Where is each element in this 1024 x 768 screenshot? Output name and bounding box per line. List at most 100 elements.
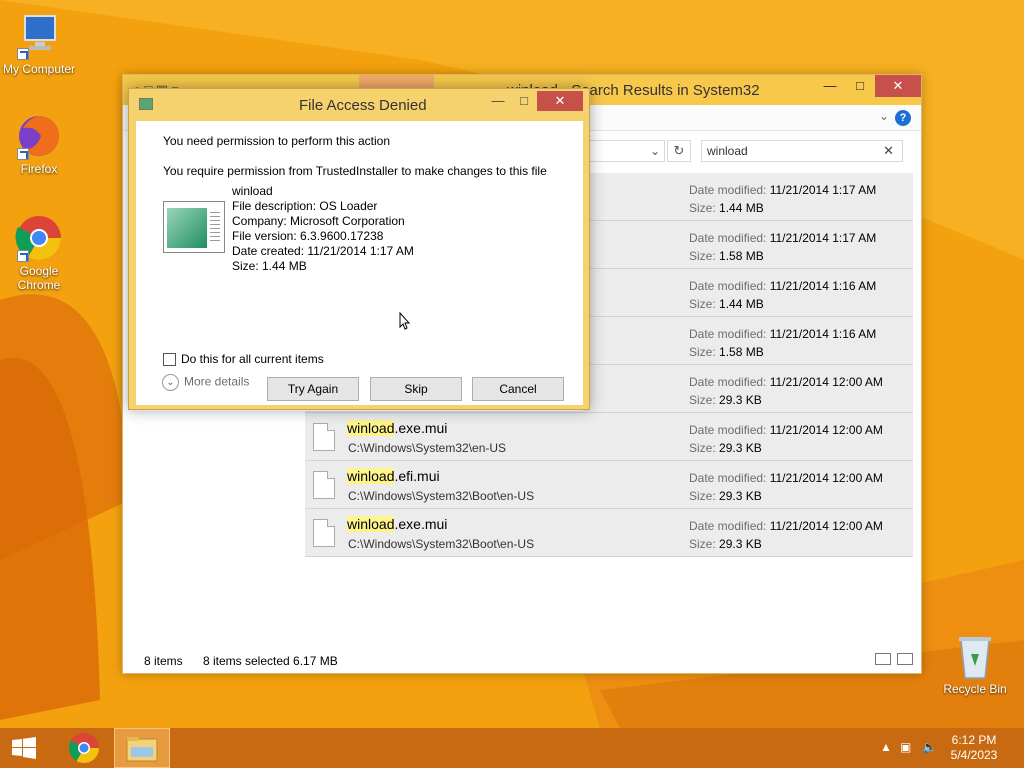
file-version: File version: 6.3.9600.17238: [232, 229, 384, 243]
date-modified-label: Date modified:: [689, 183, 767, 197]
clear-search-icon[interactable]: ✕: [883, 143, 894, 159]
dialog-title: File Access Denied: [299, 97, 427, 114]
date-modified: Date modified: 11/21/2014 1:16 AM: [689, 327, 876, 341]
file-size: Size: 29.3 KB: [689, 489, 762, 503]
table-row[interactable]: winload.exe.mui C:\Windows\System32\en-US…: [305, 413, 913, 461]
date-modified: Date modified: 11/21/2014 1:17 AM: [689, 183, 876, 197]
show-hidden-icons-icon[interactable]: ▲: [880, 740, 892, 754]
shortcut-arrow-icon: [17, 148, 29, 160]
date-modified-value: 11/21/2014 12:00 AM: [769, 423, 883, 437]
table-row[interactable]: winload.exe.mui C:\Windows\System32\Boot\…: [305, 509, 913, 557]
date-modified-label: Date modified:: [689, 375, 767, 389]
date-modified-label: Date modified:: [689, 423, 767, 437]
file-company: Company: Microsoft Corporation: [232, 214, 405, 228]
details-view-icon[interactable]: [875, 653, 891, 665]
app-icon: [139, 98, 153, 110]
folder-icon: [126, 737, 158, 762]
file-icon: [313, 519, 335, 547]
search-box[interactable]: ✕: [701, 140, 903, 162]
file-name-rest: .exe.mui: [394, 420, 448, 436]
size-label: Size:: [689, 393, 716, 407]
file-path: C:\Windows\System32\en-US: [348, 441, 507, 455]
computer-icon: [15, 12, 63, 60]
size-label: Size:: [689, 249, 716, 263]
taskbar-file-explorer[interactable]: [114, 728, 170, 768]
large-icons-view-icon[interactable]: [897, 653, 913, 665]
chrome-icon: [15, 214, 63, 262]
address-bar[interactable]: ⌄: [589, 140, 665, 162]
do-for-all-checkbox[interactable]: [163, 353, 176, 366]
shortcut-arrow-icon: [17, 250, 29, 262]
volume-muted-icon[interactable]: 🔈: [922, 740, 937, 754]
file-name-rest: .exe.mui: [394, 516, 448, 532]
desktop-icon-recycle-bin[interactable]: Recycle Bin: [936, 632, 1014, 696]
refresh-icon[interactable]: ↻: [667, 140, 691, 162]
file-name: winload.efi.mui: [347, 468, 440, 484]
file-description: File description: OS Loader: [232, 199, 378, 213]
cancel-button[interactable]: Cancel: [472, 377, 564, 401]
clock-time: 6:12 PM: [951, 733, 997, 747]
start-button[interactable]: [0, 728, 48, 768]
date-modified-value: 11/21/2014 12:00 AM: [769, 471, 883, 485]
close-button[interactable]: ✕: [875, 75, 921, 97]
file-size: Size: 1.58 MB: [689, 249, 764, 263]
skip-button[interactable]: Skip: [370, 377, 462, 401]
size-value: 1.44 MB: [719, 201, 764, 215]
file-icon: [313, 471, 335, 499]
chevron-down-icon[interactable]: ⌄: [879, 109, 889, 123]
mouse-cursor-icon: [399, 312, 411, 330]
close-button[interactable]: ✕: [537, 91, 583, 111]
windows-logo-icon: [12, 737, 36, 759]
desktop-icon-label: My Computer: [2, 62, 76, 76]
date-modified-value: 11/21/2014 12:00 AM: [769, 375, 883, 389]
desktop-icon-google-chrome[interactable]: Google Chrome: [0, 214, 78, 292]
date-modified: Date modified: 11/21/2014 12:00 AM: [689, 519, 883, 533]
maximize-button[interactable]: □: [845, 75, 875, 97]
file-size: Size: 29.3 KB: [689, 441, 762, 455]
file-size: Size: 1.58 MB: [689, 345, 764, 359]
recycle-bin-icon: [951, 632, 999, 680]
date-modified-value: 11/21/2014 12:00 AM: [769, 519, 883, 533]
more-details-toggle[interactable]: ⌄ More details: [162, 374, 249, 391]
dialog-titlebar[interactable]: File Access Denied — □ ✕: [129, 89, 589, 119]
chevron-down-icon: ⌄: [162, 374, 179, 391]
search-highlight: winload: [347, 420, 395, 436]
clock[interactable]: 6:12 PM 5/4/2023: [944, 733, 1004, 763]
file-size: Size: 1.44 MB: [689, 297, 764, 311]
desktop-icon-my-computer[interactable]: My Computer: [0, 12, 78, 76]
try-again-button[interactable]: Try Again: [267, 377, 359, 401]
maximize-button[interactable]: □: [511, 91, 537, 111]
file-path: C:\Windows\System32\Boot\en-US: [348, 537, 535, 551]
help-icon[interactable]: ?: [895, 110, 911, 126]
size-label: Size:: [689, 489, 716, 503]
do-for-all-label: Do this for all current items: [181, 352, 324, 366]
file-icon: [163, 201, 225, 253]
size-value: 29.3 KB: [719, 537, 762, 551]
file-access-denied-dialog[interactable]: File Access Denied — □ ✕ You need permis…: [128, 88, 590, 411]
file-name: winload.exe.mui: [347, 420, 447, 436]
file-icon: [313, 423, 335, 451]
date-modified-label: Date modified:: [689, 231, 767, 245]
desktop-icon-label: Google Chrome: [17, 264, 61, 292]
dialog-message: You require permission from TrustedInsta…: [163, 164, 547, 178]
taskbar: ▲ ▣ 🔈 6:12 PM 5/4/2023: [0, 728, 1024, 768]
date-modified-label: Date modified:: [689, 471, 767, 485]
minimize-button[interactable]: —: [485, 91, 511, 111]
item-count: 8 items: [144, 654, 183, 668]
network-icon[interactable]: ▣: [900, 740, 911, 754]
search-highlight: winload: [347, 468, 395, 484]
system-tray: ▲ ▣ 🔈 6:12 PM 5/4/2023: [864, 728, 1024, 768]
size-label: Size:: [689, 297, 716, 311]
size-label: Size:: [689, 537, 716, 551]
search-highlight: winload: [347, 516, 395, 532]
search-input[interactable]: [702, 141, 872, 161]
taskbar-chrome[interactable]: [56, 728, 112, 768]
chevron-down-icon[interactable]: ⌄: [650, 144, 660, 158]
table-row[interactable]: winload.efi.mui C:\Windows\System32\Boot\…: [305, 461, 913, 509]
desktop-icon-firefox[interactable]: Firefox: [0, 112, 78, 176]
date-modified: Date modified: 11/21/2014 1:16 AM: [689, 279, 876, 293]
dialog-heading: You need permission to perform this acti…: [163, 134, 391, 148]
minimize-button[interactable]: —: [815, 75, 845, 97]
date-modified-label: Date modified:: [689, 279, 767, 293]
date-modified-value: 11/21/2014 1:16 AM: [769, 327, 877, 341]
